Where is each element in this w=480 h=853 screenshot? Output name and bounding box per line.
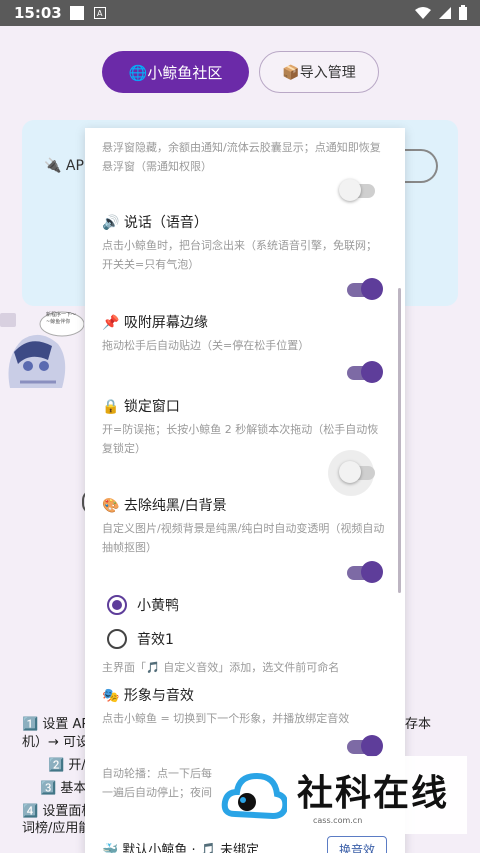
background-remove-toggle[interactable] (347, 561, 383, 583)
background-remove-setting: 🎨 去除纯黑/白背景 自定义图片/视频背景是纯黑/纯白时自动变透明（视频自动抽帧… (102, 495, 386, 557)
sound-option-1[interactable]: 音效1 (107, 629, 174, 649)
battery-icon (459, 5, 467, 20)
watermark-text: 社科在线 (297, 773, 450, 814)
watermark-logo (221, 772, 287, 820)
import-management-button[interactable]: 📦导入管理 (259, 51, 379, 93)
speak-desc: 点击小鲸鱼时，把台词念出来（系统语音引擎，免联网；开关关=只有气泡） (102, 239, 377, 271)
lock-setting: 🔒 锁定窗口 开=防误拖；长按小鲸鱼 2 秒解锁本次拖动（松手自动恢复锁定） (102, 396, 386, 458)
watermark-url: cass.com.cn (313, 816, 363, 825)
step-4-text: 4️⃣ 设置面板 (22, 804, 95, 819)
snap-toggle[interactable] (347, 361, 383, 383)
float-window-toggle[interactable] (339, 179, 375, 201)
avatar-sound-title: 🎭 形象与音效 (102, 688, 194, 704)
sound-option-0[interactable]: 小黄鸭 (107, 595, 179, 615)
sound-hint: 主界面「🎵 自定义音效」添加，选文件前可命名 (102, 658, 386, 677)
speak-setting: 🔊 说话（语音） 点击小鲸鱼时，把台词念出来（系统语音引擎，免联网；开关关=只有… (102, 212, 386, 274)
sound-option-label: 音效1 (137, 632, 174, 648)
radio-button-checked[interactable] (107, 595, 127, 615)
dialog-scrollbar[interactable] (398, 288, 401, 593)
step-1-text: 1️⃣ 设置 AP (22, 717, 90, 732)
step-4-text-cont: 词榜/应用能 (22, 821, 92, 836)
community-button[interactable]: 🌐小鲸鱼社区 (102, 51, 249, 93)
watermark: 社科在线 cass.com.cn (217, 756, 467, 834)
snap-title: 📌 吸附屏幕边缘 (102, 315, 208, 331)
app-notification-icon: A (93, 7, 106, 19)
background-remove-title: 🎨 去除纯黑/白背景 (102, 498, 227, 514)
avatar-toggle[interactable] (347, 735, 383, 757)
step-3-text: 3️⃣ 基本 (40, 781, 87, 796)
status-time: 15:03 (14, 4, 62, 22)
avatar-sound-desc: 点击小鲸鱼 = 切换到下一个形象，并播放绑定音效 (102, 712, 350, 725)
sound-hint-text: 主界面「🎵 自定义音效」添加，选文件前可命名 (102, 661, 340, 674)
notification-icon (69, 6, 84, 20)
swap-sound-button[interactable]: 换音效 (327, 836, 387, 853)
status-bar: 15:03 A (0, 0, 480, 26)
snap-setting: 📌 吸附屏幕边缘 拖动松手后自动贴边（关=停在松手位置） (102, 312, 386, 355)
signal-icon (439, 7, 451, 19)
api-label: 🔌 AP (44, 158, 84, 174)
radio-button[interactable] (107, 629, 127, 649)
avatar-sound-setting: 🎭 形象与音效 点击小鲸鱼 = 切换到下一个形象，并播放绑定音效 (102, 685, 386, 728)
mascot-bubble: 新程序一下～~鲸鱼伴你 (46, 312, 77, 325)
step-1-text-cont: 机）→ 可设 (22, 735, 90, 750)
snap-desc: 拖动松手后自动贴边（关=停在松手位置） (102, 339, 310, 352)
lock-toggle[interactable] (339, 461, 375, 483)
top-tabs: 🌐小鲸鱼社区 📦导入管理 (102, 51, 379, 93)
float-window-setting: 悬浮窗隐藏，余额由通知/流体云胶囊显示；点通知即恢复悬浮窗（需通知权限） (102, 138, 386, 176)
settings-dialog[interactable]: 悬浮窗隐藏，余额由通知/流体云胶囊显示；点通知即恢复悬浮窗（需通知权限） 🔊 说… (85, 128, 405, 853)
step-2-text: 2️⃣ 开/ (48, 758, 86, 773)
speak-title: 🔊 说话（语音） (102, 215, 208, 231)
speak-toggle[interactable] (347, 278, 383, 300)
background-remove-desc: 自定义图片/视频背景是纯黑/纯白时自动变透明（视频自动抽帧抠图） (102, 522, 385, 554)
float-window-desc: 悬浮窗隐藏，余额由通知/流体云胶囊显示；点通知即恢复悬浮窗（需通知权限） (102, 141, 381, 173)
step-1-text-right: 存本 (405, 717, 432, 732)
sound-option-label: 小黄鸭 (137, 598, 179, 614)
api-pill-fragment[interactable] (400, 149, 438, 183)
lock-title: 🔒 锁定窗口 (102, 399, 180, 415)
wifi-icon (415, 7, 431, 19)
